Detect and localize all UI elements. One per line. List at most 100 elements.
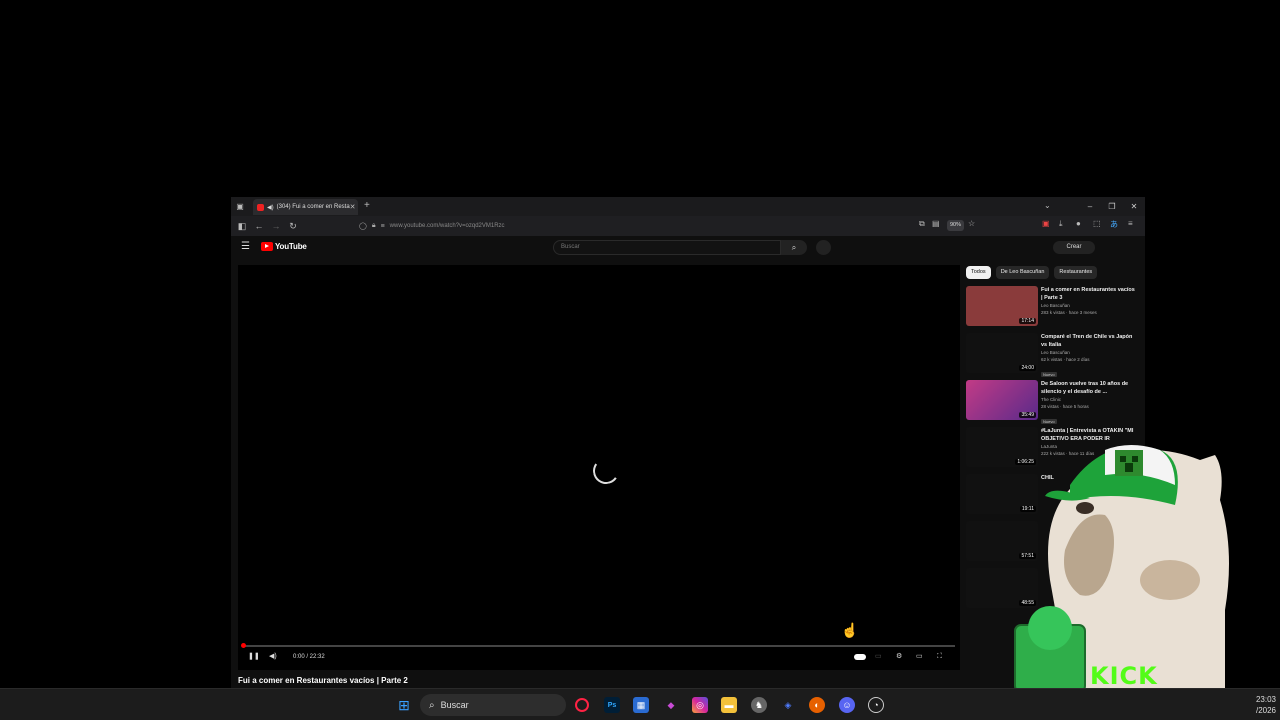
- filter-chips: Todos De Leo Bascuñan Restaurantes: [966, 266, 1098, 279]
- windows-start-icon[interactable]: ⊞: [396, 697, 412, 713]
- cat-overlay-image: [1014, 445, 1229, 692]
- progress-bar[interactable]: [241, 643, 955, 648]
- translate-icon[interactable]: あ: [1110, 219, 1118, 233]
- new-tab-icon[interactable]: +: [364, 200, 370, 211]
- duration-badge: 17:14: [1019, 318, 1036, 324]
- youtube-logo[interactable]: YouTube: [261, 242, 307, 251]
- calculator-icon[interactable]: ▦: [633, 697, 649, 713]
- extensions-icon[interactable]: ⬚: [1093, 219, 1101, 233]
- speaker-icon[interactable]: ◀): [267, 204, 274, 211]
- permissions-icon[interactable]: ≡: [381, 223, 385, 230]
- duration-badge: 24:00: [1019, 365, 1036, 371]
- lock-icon[interactable]: 🔒︎: [372, 222, 376, 230]
- app-icon[interactable]: ◔: [868, 697, 884, 713]
- account-icon[interactable]: ●: [1076, 219, 1081, 233]
- chip-restaurantes[interactable]: Restaurantes: [1054, 266, 1098, 279]
- create-button[interactable]: Crear: [1053, 241, 1095, 254]
- browser-window: ▣ ◀) (304) Fui a comer en Resta ✕ + ⌄ – …: [231, 197, 1145, 688]
- search-button[interactable]: ⌕: [781, 240, 807, 255]
- youtube-favicon-icon: [257, 203, 264, 211]
- video-thumbnail[interactable]: 17:14: [966, 286, 1038, 326]
- time-display: 0:00 / 22:32: [293, 654, 325, 660]
- close-window-icon[interactable]: ✕: [1123, 197, 1145, 216]
- channel-name[interactable]: Leo Bascuñan: [1041, 302, 1136, 309]
- chevron-down-icon[interactable]: ⌄: [1044, 201, 1051, 210]
- channel-name[interactable]: Leo Bascuñan: [1041, 349, 1136, 356]
- search-icon: ⌕: [429, 699, 435, 711]
- tab-title: (304) Fui a comer en Resta: [276, 204, 350, 210]
- close-tab-icon[interactable]: ✕: [350, 203, 356, 211]
- kick-logo: KICK: [1090, 662, 1158, 690]
- channel-name[interactable]: The Clinic: [1041, 396, 1136, 403]
- fullscreen-icon[interactable]: ⛶: [937, 650, 942, 664]
- url-text[interactable]: www.youtube.com/watch?v=ozqd2VM1Rzc: [390, 223, 505, 229]
- subtitles-icon[interactable]: ▭: [875, 650, 882, 664]
- desktop: ▣ ◀) (304) Fui a comer en Resta ✕ + ⌄ – …: [0, 0, 1280, 720]
- back-icon[interactable]: ←: [252, 219, 266, 233]
- video-thumbnail[interactable]: 24:00: [966, 333, 1038, 373]
- clock-date: /2026: [1255, 706, 1276, 715]
- forward-icon[interactable]: →: [269, 219, 283, 233]
- app-icon[interactable]: ♞: [751, 697, 767, 713]
- theater-mode-icon[interactable]: ▭: [916, 650, 923, 664]
- app-icon[interactable]: ◈: [780, 697, 796, 713]
- reload-icon[interactable]: ↻: [286, 219, 300, 233]
- maximize-icon[interactable]: ❐: [1101, 197, 1123, 216]
- menu-icon[interactable]: ≡: [1128, 219, 1133, 233]
- youtube-header: ☰ YouTube Buscar ⌕ Crear: [231, 236, 1145, 260]
- firefox-icon[interactable]: ◐: [809, 697, 825, 713]
- sidebar-toggle-icon[interactable]: ◧: [235, 219, 249, 233]
- address-bar[interactable]: ◯ 🔒︎ ≡ www.youtube.com/watch?v=ozqd2VM1R…: [359, 219, 979, 233]
- settings-gear-icon[interactable]: ⚙: [896, 650, 902, 664]
- downloads-icon[interactable]: ⤓: [1059, 219, 1063, 233]
- video-meta: 62 k vistas · hace 2 días: [1041, 357, 1090, 362]
- window-controls: – ❐ ✕: [1079, 197, 1145, 216]
- chip-de-leo-bascunan[interactable]: De Leo Bascuñan: [995, 266, 1050, 279]
- video-thumbnail[interactable]: 35:49: [966, 380, 1038, 420]
- list-item[interactable]: 35:49 De Saloon vuelve tras 10 años de s…: [966, 380, 1136, 425]
- volume-icon[interactable]: ◀): [269, 650, 277, 664]
- taskbar-search-label: Buscar: [440, 700, 469, 710]
- system-clock[interactable]: 23:03 /2026: [1232, 694, 1276, 716]
- youtube-play-icon: [261, 242, 273, 251]
- video-meta: 283 k vistas · hace 3 meses: [1041, 310, 1097, 315]
- voice-search-button[interactable]: [816, 240, 831, 255]
- video-title: Fui a comer en Restaurantes vacíos | Par…: [238, 676, 408, 685]
- hamburger-menu-icon[interactable]: ☰: [241, 241, 250, 252]
- shield-icon[interactable]: ◯: [359, 222, 367, 230]
- bookmark-star-icon[interactable]: ☆: [968, 219, 975, 233]
- pause-icon[interactable]: ❚❚: [248, 650, 260, 664]
- new-badge: Nuevo: [1041, 372, 1057, 377]
- opera-icon[interactable]: [575, 698, 589, 712]
- search-icon: ⌕: [791, 243, 797, 252]
- file-explorer-icon[interactable]: ▬: [721, 697, 737, 713]
- tab-youtube[interactable]: ◀) (304) Fui a comer en Resta ✕: [253, 199, 358, 215]
- instagram-icon[interactable]: ◎: [692, 697, 708, 713]
- video-title[interactable]: De Saloon vuelve tras 10 años de silenci…: [1041, 380, 1136, 396]
- minimize-icon[interactable]: –: [1079, 197, 1101, 216]
- scrubber-handle[interactable]: [241, 643, 246, 648]
- chip-todos[interactable]: Todos: [966, 266, 991, 279]
- reader-view-icon[interactable]: ▤: [932, 219, 940, 233]
- discord-icon[interactable]: ☺: [839, 697, 855, 713]
- player-controls: ❚❚ ◀) 0:00 / 22:32 ▭ ⚙ ▭ ⛶: [238, 650, 960, 664]
- taskbar-search[interactable]: ⌕ Buscar: [420, 694, 566, 716]
- tab-bar: ▣ ◀) (304) Fui a comer en Resta ✕ + ⌄ – …: [231, 197, 1145, 216]
- duration-badge: 35:49: [1019, 412, 1036, 418]
- video-title[interactable]: Comparé el Tren de Chile vs Japón vs Ita…: [1041, 333, 1136, 349]
- youtube-logo-text: YouTube: [275, 242, 307, 251]
- autoplay-toggle[interactable]: [854, 650, 866, 664]
- picture-in-picture-icon[interactable]: ⧉: [919, 219, 925, 233]
- zoom-level[interactable]: 90%: [947, 220, 965, 231]
- workspaces-icon[interactable]: ▣: [231, 197, 249, 216]
- extension-icon[interactable]: ▣: [1042, 219, 1050, 233]
- clock-time: 23:03: [1255, 695, 1276, 704]
- app-icon[interactable]: ◆: [663, 697, 679, 713]
- list-item[interactable]: 17:14 Fui a comer en Restaurantes vacíos…: [966, 286, 1136, 331]
- photoshop-icon[interactable]: Ps: [604, 697, 620, 713]
- video-title[interactable]: Fui a comer en Restaurantes vacíos | Par…: [1041, 286, 1136, 302]
- list-item[interactable]: 24:00 Comparé el Tren de Chile vs Japón …: [966, 333, 1136, 378]
- video-player[interactable]: ❚❚ ◀) 0:00 / 22:32 ▭ ⚙ ▭ ⛶: [238, 265, 960, 670]
- navigation-bar: ◧ ← → ↻ ◯ 🔒︎ ≡ www.youtube.com/watch?v=o…: [231, 216, 1145, 236]
- search-input[interactable]: Buscar: [553, 240, 781, 255]
